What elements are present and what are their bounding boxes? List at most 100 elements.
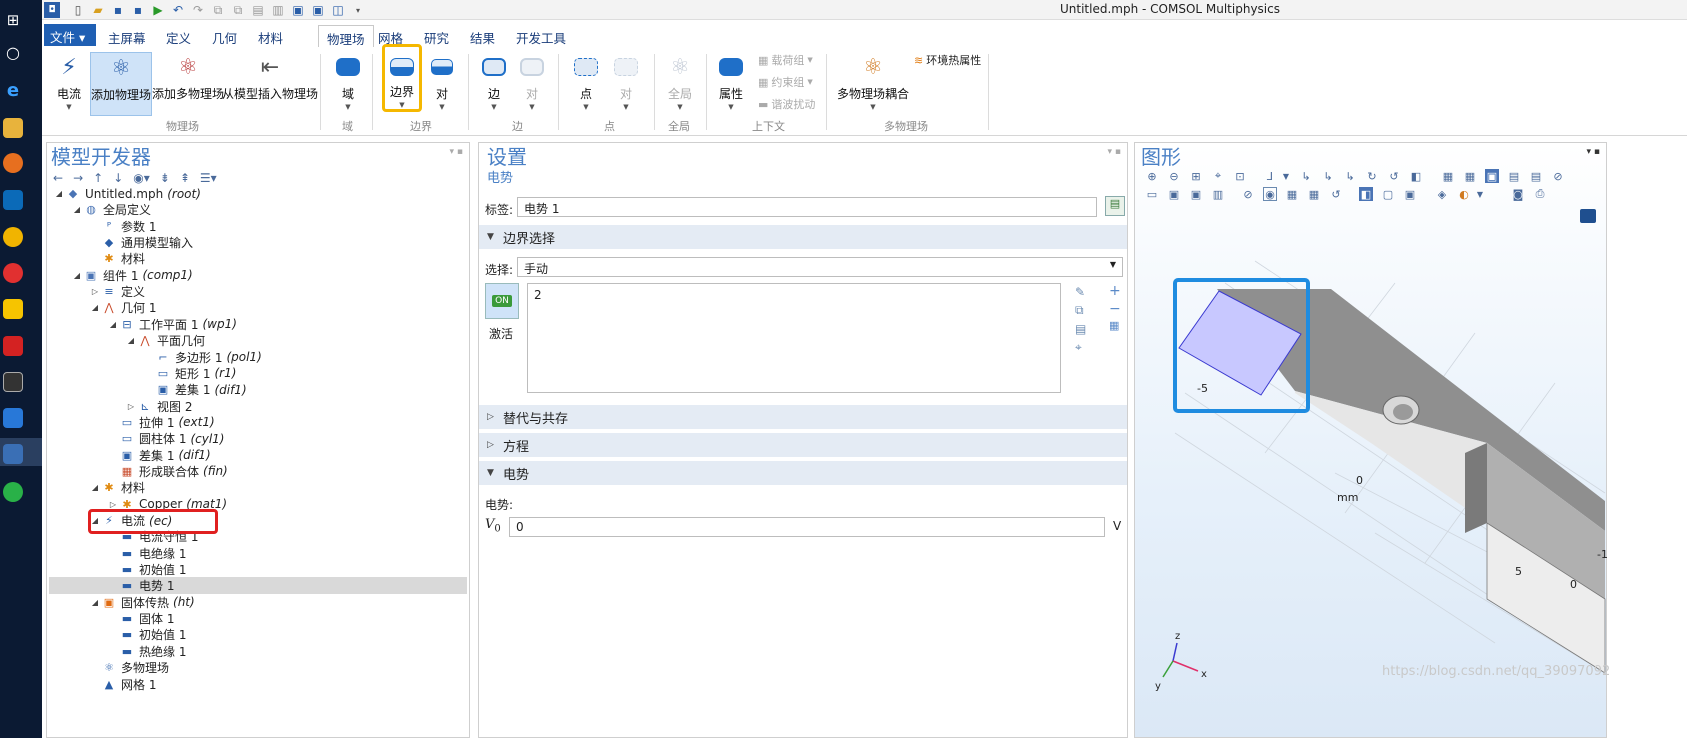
constraint-group-button[interactable]: ▦ 约束组 ▼: [758, 74, 813, 90]
collapse-arrow-icon[interactable]: ◢: [89, 483, 101, 492]
app-red-icon[interactable]: [3, 336, 23, 356]
geometry-viewport[interactable]: -5 0 mm 5 0 -1 z x y: [1135, 143, 1608, 739]
tree-node[interactable]: ▷ ⊾ 视图 2: [125, 398, 193, 415]
add-multiphysics-button[interactable]: ⚛ 添加多物理场: [152, 52, 224, 116]
collapse-arrow-icon[interactable]: ◢: [53, 189, 65, 198]
back-icon[interactable]: ←: [53, 171, 63, 185]
tree-node[interactable]: ▬ 电势 1: [49, 577, 467, 595]
selection-list[interactable]: 2: [527, 283, 1061, 393]
edge-button[interactable]: 边 ▼: [478, 52, 510, 116]
tree-node[interactable]: ▲ 网格 1: [89, 676, 157, 693]
section-electric-potential[interactable]: ▼ 电势: [479, 461, 1127, 485]
redo-icon[interactable]: ↷: [190, 2, 206, 18]
tree-node[interactable]: ᴾ 参数 1: [89, 218, 157, 235]
tree-node[interactable]: ◢ ⋀ 几何 1: [89, 299, 157, 316]
save-icon[interactable]: ▪: [110, 2, 126, 18]
create-selection-icon[interactable]: ▦: [1109, 319, 1121, 332]
section-equation[interactable]: ▷ 方程: [479, 433, 1127, 457]
zoom-to-selection-icon[interactable]: ⌖: [1075, 340, 1086, 355]
current-button[interactable]: ⚡ 电流 ▼: [52, 52, 86, 116]
tree-node[interactable]: ▭ 圆柱体 1 (cyl1): [107, 430, 225, 447]
file-explorer-icon[interactable]: [3, 118, 23, 138]
tree-node[interactable]: ◢ ▣ 固体传热 (ht): [89, 594, 195, 611]
tree-node[interactable]: ◢ ✱ 材料: [89, 479, 145, 496]
vscode-icon[interactable]: [3, 190, 23, 210]
expand-arrow-icon[interactable]: ▷: [89, 287, 101, 296]
tab-definitions[interactable]: 定义: [158, 25, 199, 47]
tree-node[interactable]: ▬ 固体 1: [107, 610, 175, 627]
tree-node[interactable]: ▣ 差集 1 (dif1): [107, 447, 211, 464]
section-boundary-selection[interactable]: ▼ 边界选择: [479, 225, 1127, 249]
paste-selection-icon[interactable]: ✎: [1075, 285, 1086, 299]
calculator-icon[interactable]: [3, 372, 23, 392]
harmonic-perturbation-button[interactable]: ▬ 谐波扰动: [758, 96, 815, 112]
tree-node[interactable]: ⌐ 多边形 1 (pol1): [143, 349, 261, 366]
add-physics-button[interactable]: ⚛ 添加物理场: [90, 52, 152, 116]
load-group-button[interactable]: ▦ 载荷组 ▼: [758, 52, 813, 68]
tree-node[interactable]: ◢ ⋀ 平面几何: [125, 332, 205, 349]
panel-pin-icon[interactable]: ▾ ▪: [1108, 147, 1121, 157]
tree-node[interactable]: ✱ 材料: [89, 250, 145, 267]
tree-node[interactable]: ▷ ≡ 定义: [89, 283, 145, 300]
weibo-icon[interactable]: [3, 263, 23, 283]
expand-arrow-icon[interactable]: ▷: [125, 402, 137, 411]
tree-node[interactable]: ◆ 通用模型输入: [89, 234, 193, 251]
tree-node[interactable]: ▣ 差集 1 (dif1): [143, 381, 247, 398]
copy-selection-icon[interactable]: ⧉: [1075, 303, 1086, 318]
tree-node[interactable]: ▬ 热绝缘 1: [107, 643, 187, 660]
potential-input[interactable]: 0: [509, 517, 1105, 537]
show-icon[interactable]: ◉▾: [133, 171, 150, 185]
domain-button[interactable]: 域 ▼: [332, 52, 364, 116]
ambient-thermal-button[interactable]: ≋ 环境热属性: [914, 52, 981, 68]
tab-study[interactable]: 研究: [416, 25, 457, 47]
forward-icon[interactable]: →: [73, 171, 83, 185]
tree-node[interactable]: ◢ ◍ 全局定义: [71, 201, 151, 218]
expand-icon[interactable]: ⇟: [160, 171, 170, 185]
tree-node[interactable]: ◢ ▣ 组件 1 (comp1): [71, 267, 193, 284]
tab-file[interactable]: 文件 ▾: [44, 24, 96, 46]
tab-home[interactable]: 主屏幕: [100, 25, 154, 47]
comsol-icon[interactable]: [3, 408, 23, 428]
run-icon[interactable]: ▶: [150, 2, 166, 18]
window-icon[interactable]: [3, 444, 23, 464]
collapse-arrow-icon[interactable]: ◢: [71, 271, 83, 280]
duplicate-icon[interactable]: ⧉: [230, 2, 246, 18]
tab-geometry[interactable]: 几何: [204, 25, 245, 47]
collapse-arrow-icon[interactable]: ◢: [89, 598, 101, 607]
delete-icon[interactable]: ▥: [270, 2, 286, 18]
selection-dropdown[interactable]: 手动 ▼: [517, 257, 1123, 277]
undo-icon[interactable]: ↶: [170, 2, 186, 18]
save-as-icon[interactable]: ▪: [130, 2, 146, 18]
tab-results[interactable]: 结果: [462, 25, 503, 47]
tree-node[interactable]: ▭ 矩形 1 (r1): [143, 365, 237, 382]
chrome-icon[interactable]: [3, 227, 23, 247]
selection-list-item[interactable]: 2: [534, 288, 542, 302]
expand-arrow-icon[interactable]: ▷: [107, 500, 119, 509]
tree-node[interactable]: ▦ 形成联合体 (fin): [107, 463, 228, 480]
wechat-icon[interactable]: [3, 482, 23, 502]
section-override[interactable]: ▷ 替代与共存: [479, 405, 1127, 429]
active-toggle-button[interactable]: ON: [485, 283, 519, 319]
properties-button[interactable]: 属性 ▼: [714, 52, 748, 116]
global-button[interactable]: ⚛ 全局 ▼: [662, 52, 698, 116]
point-pair-button[interactable]: 对 ▼: [610, 52, 642, 116]
edge-browser-icon[interactable]: e: [3, 80, 23, 101]
tab-physics[interactable]: 物理场: [318, 25, 374, 47]
clear-selection-icon[interactable]: ▣: [310, 2, 326, 18]
firefox-icon[interactable]: [3, 153, 23, 173]
tree-node[interactable]: ◢ ◆ Untitled.mph (root): [53, 185, 201, 202]
up-icon[interactable]: ↑: [93, 171, 103, 185]
quick-access-dropdown-icon[interactable]: ▾: [350, 2, 366, 18]
search-circle-icon[interactable]: ○: [3, 42, 23, 62]
tree-node[interactable]: ▬ 初始值 1: [107, 626, 187, 643]
collapse-arrow-icon[interactable]: ◢: [71, 205, 83, 214]
collapse-arrow-icon[interactable]: ◢: [89, 303, 101, 312]
collapse-arrow-icon[interactable]: ◢: [107, 320, 119, 329]
multiphysics-coupling-button[interactable]: ⚛ 多物理场耦合 ▼: [836, 52, 910, 116]
tab-materials[interactable]: 材料: [250, 25, 291, 47]
edge-pair-button[interactable]: 对 ▼: [516, 52, 548, 116]
tree-node[interactable]: ▬ 初始值 1: [107, 561, 187, 578]
boundary-pair-button[interactable]: 对 ▼: [426, 52, 458, 116]
tree-node[interactable]: ◢ ⊟ 工作平面 1 (wp1): [107, 316, 237, 333]
down-icon[interactable]: ↓: [113, 171, 123, 185]
